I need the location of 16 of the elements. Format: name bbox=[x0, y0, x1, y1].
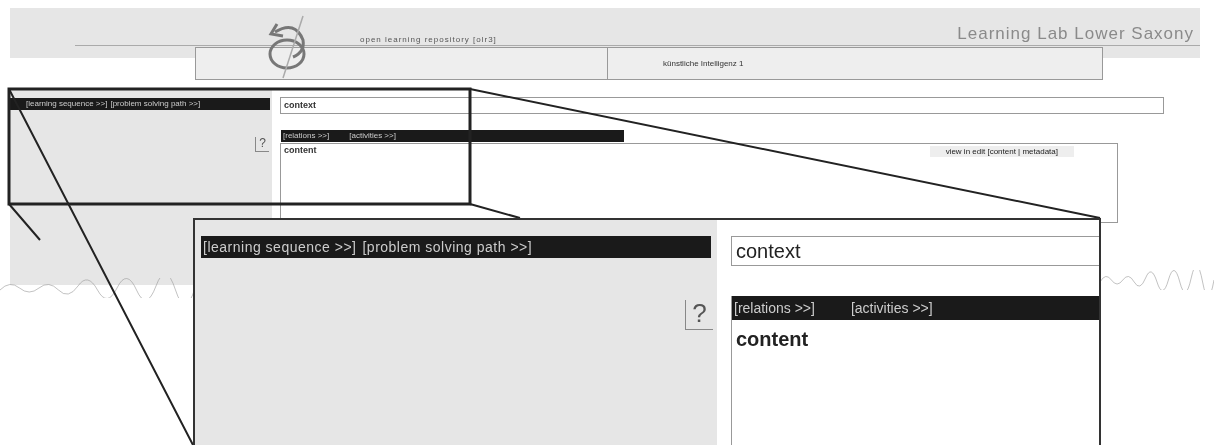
content-menu-link[interactable]: [activities >>] bbox=[349, 131, 396, 141]
content-menu-link[interactable]: [activities >>] bbox=[850, 299, 933, 317]
course-title[interactable]: künstliche Intelligenz 1 bbox=[663, 57, 744, 70]
navigation-link[interactable]: [problem solving path >>] bbox=[362, 238, 533, 256]
navigation-link[interactable]: [problem solving path >>] bbox=[110, 99, 201, 109]
content-heading: content bbox=[735, 327, 810, 352]
context-field[interactable]: context bbox=[731, 236, 1099, 266]
repository-title: open learning repository [olr3] bbox=[360, 34, 497, 46]
organization-title: Learning Lab Lower Saxony bbox=[957, 23, 1194, 45]
navigation-link[interactable]: [learning sequence >>] bbox=[26, 99, 108, 109]
context-field[interactable]: context bbox=[280, 97, 1164, 114]
view-links[interactable]: view in edit [content | metadata] bbox=[929, 146, 1074, 157]
navigation-link[interactable]: [learning sequence >>] bbox=[203, 238, 357, 256]
content-menu-link[interactable]: [relations >>] bbox=[283, 131, 330, 141]
content-heading: content bbox=[284, 144, 317, 157]
content-menu-link[interactable]: [relations >>] bbox=[734, 299, 815, 317]
